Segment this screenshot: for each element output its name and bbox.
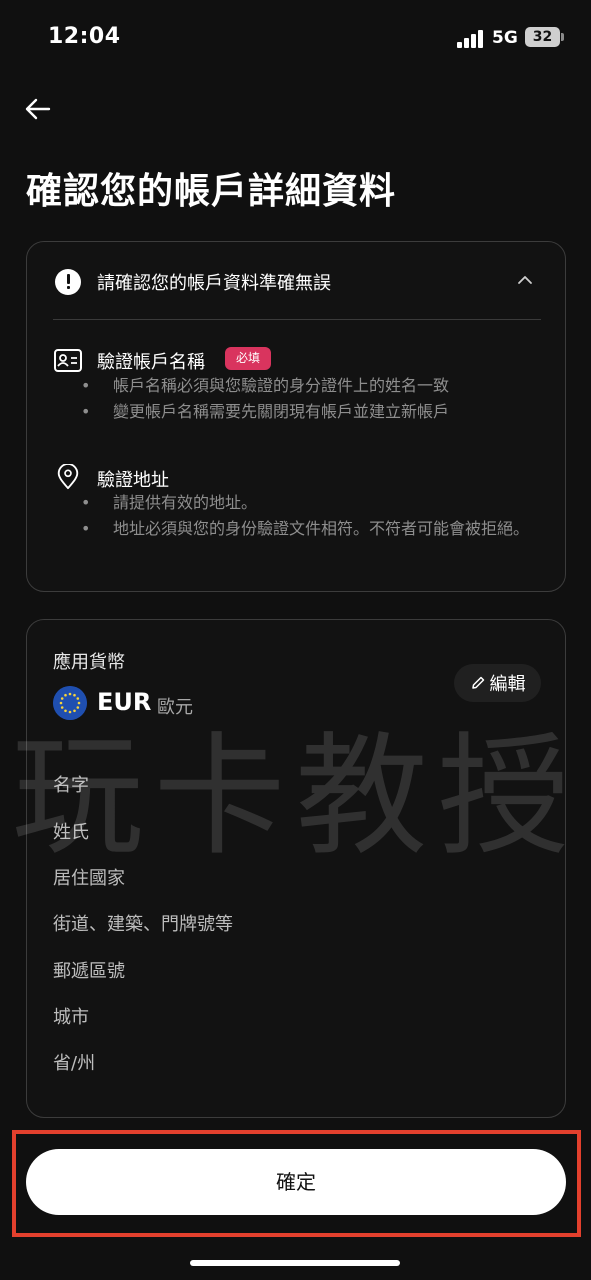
cellular-signal-icon	[457, 30, 485, 48]
field-province[interactable]: 省/州	[53, 1049, 95, 1075]
field-country[interactable]: 居住國家	[53, 864, 125, 890]
arrow-left-icon	[25, 98, 51, 120]
currency-code: EUR	[97, 688, 152, 716]
field-first-name[interactable]: 名字	[53, 771, 89, 797]
address-title: 驗證地址	[97, 470, 169, 491]
account-details-card: 應用貨幣 編輯 EUR 歐元 名字 姓氏 居住國家 街道、建築、門牌號等 郵遞區…	[26, 619, 566, 1118]
status-time: 12:04	[48, 24, 121, 49]
verification-card: 請確認您的帳戶資料準確無誤 驗證帳戶名稱 必填 • 帳戶名稱必須與您驗證的身分證件…	[26, 241, 566, 592]
field-street[interactable]: 街道、建築、門牌號等	[53, 910, 233, 936]
pencil-icon	[471, 676, 484, 689]
network-type: 5G	[492, 28, 518, 48]
notice-text: 請確認您的帳戶資料準確無誤	[97, 273, 331, 294]
divider	[53, 319, 541, 320]
edit-button[interactable]: 編輯	[454, 664, 541, 702]
required-badge: 必填	[225, 347, 271, 370]
field-postal-code[interactable]: 郵遞區號	[53, 957, 125, 983]
address-bullet: • 請提供有效的地址。	[81, 493, 258, 512]
account-name-bullet: • 變更帳戶名稱需要先關閉現有帳戶並建立新帳戶	[81, 402, 450, 421]
field-last-name[interactable]: 姓氏	[53, 818, 89, 844]
account-name-bullet: • 帳戶名稱必須與您驗證的身分證件上的姓名一致	[81, 376, 450, 395]
currency-name: 歐元	[157, 697, 193, 718]
edit-label: 編輯	[489, 674, 526, 695]
status-bar: 12:04 5G 32	[0, 0, 591, 76]
back-button[interactable]	[20, 92, 54, 126]
battery-icon: 32	[525, 27, 560, 47]
location-pin-icon	[57, 464, 79, 490]
home-indicator	[190, 1260, 400, 1266]
id-card-icon	[54, 349, 82, 372]
battery-tip	[561, 33, 564, 41]
field-city[interactable]: 城市	[53, 1003, 89, 1029]
eu-flag-icon	[53, 686, 87, 720]
page-title: 確認您的帳戶詳細資料	[26, 171, 397, 212]
address-bullet: • 地址必須與您的身份驗證文件相符。不符者可能會被拒絕。	[81, 519, 530, 538]
chevron-up-icon	[518, 276, 532, 284]
exclamation-circle-icon	[55, 269, 81, 295]
account-name-title: 驗證帳戶名稱	[97, 352, 205, 373]
confirm-button[interactable]: 確定	[26, 1149, 566, 1215]
currency-label: 應用貨幣	[53, 652, 125, 673]
notice-toggle[interactable]: 請確認您的帳戶資料準確無誤	[27, 242, 565, 320]
